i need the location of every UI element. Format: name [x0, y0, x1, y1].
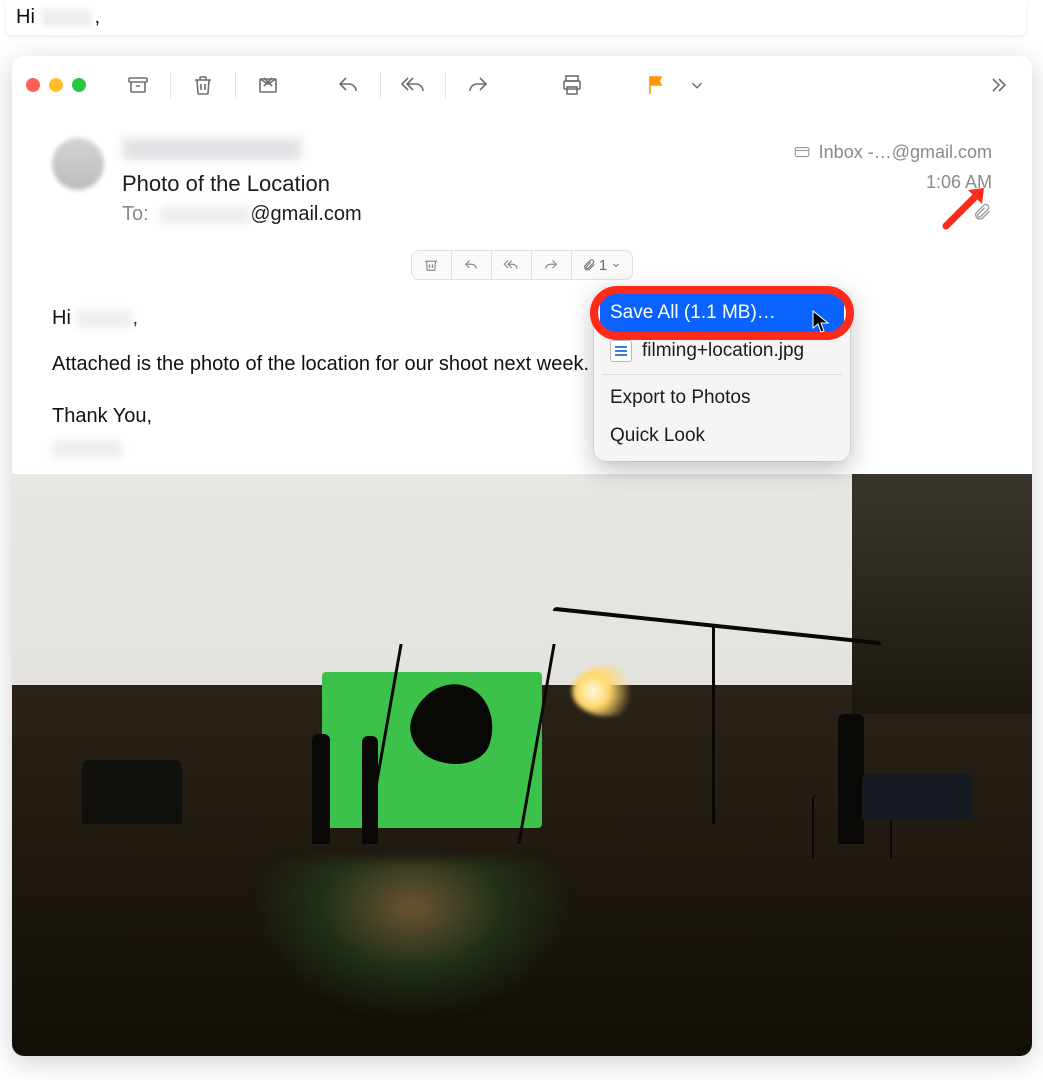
- close-window-button[interactable]: [26, 78, 40, 92]
- flag-icon: [644, 73, 668, 97]
- menu-item-save-all[interactable]: Save All (1.1 MB)…: [600, 294, 844, 332]
- reply-icon: [336, 73, 360, 97]
- attachment-count: 1: [599, 257, 607, 274]
- menu-item-quick-look[interactable]: Quick Look: [600, 417, 844, 455]
- message-subject: Photo of the Location: [122, 171, 793, 197]
- to-row: To: @gmail.com: [122, 203, 793, 226]
- menu-item-label: Export to Photos: [610, 387, 750, 409]
- print-button[interactable]: [552, 69, 592, 101]
- menu-item-label: Save All (1.1 MB)…: [610, 302, 776, 324]
- toolbar-separator: [170, 72, 171, 98]
- inbox-text: Inbox -…@gmail.com: [819, 138, 992, 166]
- sender-name-redacted: [122, 138, 302, 160]
- flag-menu-button[interactable]: [686, 69, 708, 101]
- forward-button[interactable]: [458, 69, 498, 101]
- annotation-arrow: [942, 184, 988, 230]
- archive-button[interactable]: [118, 69, 158, 101]
- chevron-down-icon: [686, 73, 708, 97]
- reply-icon: [462, 256, 480, 274]
- menu-item-label: filming+location.jpg: [642, 340, 804, 362]
- mail-message-window: Photo of the Location To: @gmail.com Inb…: [12, 56, 1032, 1056]
- double-chevron-right-icon: [986, 73, 1010, 97]
- background-message-preview: Hi ,: [6, 0, 1026, 35]
- file-thumbnail-icon: [610, 340, 632, 362]
- flag-button[interactable]: [636, 69, 676, 101]
- to-suffix: @gmail.com: [250, 203, 361, 225]
- inline-delete-button[interactable]: [412, 251, 452, 279]
- message-body: Hi , Attached is the photo of the locati…: [12, 280, 1032, 474]
- archive-icon: [126, 73, 150, 97]
- mailbox-label: Inbox -…@gmail.com: [793, 138, 992, 166]
- reply-button[interactable]: [328, 69, 368, 101]
- delete-button[interactable]: [183, 69, 223, 101]
- to-label: To:: [122, 203, 149, 225]
- menu-item-export-to-photos[interactable]: Export to Photos: [600, 379, 844, 417]
- paperclip-icon: [582, 258, 596, 272]
- greeting-suffix: ,: [132, 307, 138, 329]
- mailbox-icon: [793, 143, 811, 161]
- forward-icon: [542, 256, 560, 274]
- inline-reply-button[interactable]: [452, 251, 492, 279]
- prev-greeting-suffix: ,: [94, 6, 100, 28]
- junk-button[interactable]: [248, 69, 288, 101]
- toolbar-separator: [380, 72, 381, 98]
- minimize-window-button[interactable]: [49, 78, 63, 92]
- message-header: Photo of the Location To: @gmail.com Inb…: [12, 114, 1032, 280]
- window-traffic-lights: [26, 78, 86, 92]
- print-icon: [560, 73, 584, 97]
- trash-icon: [191, 73, 215, 97]
- trash-icon: [422, 256, 440, 274]
- junk-icon: [256, 73, 280, 97]
- sender-avatar: [52, 138, 104, 190]
- menu-item-label: Quick Look: [610, 425, 705, 447]
- to-name-redacted: [160, 206, 250, 224]
- greeting-name-redacted: [76, 310, 132, 328]
- window-toolbar: [12, 56, 1032, 114]
- inline-attachments-button[interactable]: 1: [572, 251, 632, 279]
- signature-redacted: [52, 440, 122, 458]
- forward-icon: [466, 73, 490, 97]
- toolbar-separator: [235, 72, 236, 98]
- body-line-1: Attached is the photo of the location fo…: [52, 348, 992, 380]
- menu-divider: [602, 374, 842, 375]
- menu-item-attachment-file[interactable]: filming+location.jpg: [600, 332, 844, 370]
- zoom-window-button[interactable]: [72, 78, 86, 92]
- greeting-prefix: Hi: [52, 307, 71, 329]
- prev-greeting-prefix: Hi: [16, 6, 35, 28]
- reply-all-icon: [502, 256, 520, 274]
- toolbar-separator: [445, 72, 446, 98]
- attachment-image[interactable]: [12, 474, 1032, 1056]
- inline-forward-button[interactable]: [532, 251, 572, 279]
- reply-all-icon: [401, 73, 425, 97]
- inline-reply-all-button[interactable]: [492, 251, 532, 279]
- redacted-name: [42, 9, 92, 27]
- reply-all-button[interactable]: [393, 69, 433, 101]
- mouse-cursor: [812, 310, 830, 334]
- chevron-down-icon: [610, 259, 622, 271]
- toolbar-overflow-button[interactable]: [978, 69, 1018, 101]
- inline-action-bar: 1: [52, 250, 992, 280]
- body-closing: Thank You,: [52, 400, 992, 432]
